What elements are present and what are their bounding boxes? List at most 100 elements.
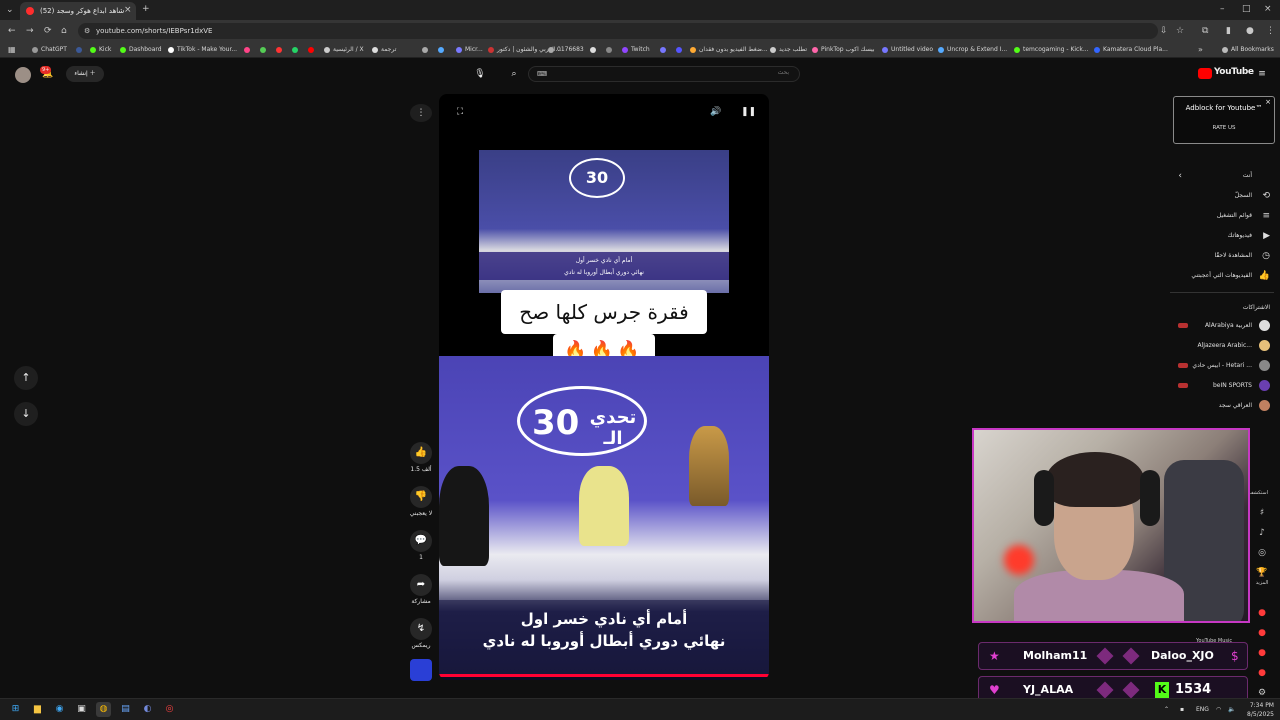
- tray-app-icon[interactable]: ▪: [1180, 705, 1184, 714]
- more-bookmarks-icon[interactable]: »: [1198, 44, 1203, 56]
- bookmark-item[interactable]: temcogaming - Kick...: [1014, 45, 1089, 55]
- bookmark-icon[interactable]: [260, 45, 269, 55]
- bookmark-item[interactable]: Untitled video: [882, 45, 933, 55]
- apps-grid-icon[interactable]: ▦: [8, 44, 16, 56]
- discord-icon[interactable]: ◐: [140, 702, 155, 717]
- comments-button[interactable]: 💬 1: [406, 530, 436, 561]
- home-icon[interactable]: ⌂: [61, 25, 67, 37]
- bookmark-icon[interactable]: [676, 45, 685, 55]
- dislike-button[interactable]: 👎 لا يعجبني: [406, 486, 436, 517]
- sidepanel-icon[interactable]: ▮: [1226, 25, 1231, 37]
- tab-search-icon[interactable]: ⌄: [6, 4, 14, 16]
- close-popup-icon[interactable]: ×: [1265, 98, 1271, 106]
- fullscreen-icon[interactable]: ⛶: [453, 106, 467, 118]
- extensions-icon[interactable]: ⧉: [1202, 25, 1208, 37]
- keyboard-icon[interactable]: ⌨: [537, 70, 547, 78]
- account-avatar[interactable]: [15, 67, 31, 83]
- previous-short-button[interactable]: ↑: [14, 366, 38, 390]
- nav-liked-videos[interactable]: الفيديوهات التي أعجبتني 👍: [1170, 270, 1274, 282]
- subscription-item[interactable]: AlArabiya العربية: [1170, 320, 1274, 332]
- bookmark-item[interactable]: ضغط الفيديو بدون فقدان...: [690, 45, 768, 55]
- bookmark-icon[interactable]: [590, 45, 599, 55]
- bookmark-item[interactable]: ترجمة: [372, 45, 396, 55]
- bookmark-item[interactable]: PinkTop بيسك اكوب: [812, 45, 875, 55]
- browser-menu-icon[interactable]: ⋮: [1266, 25, 1275, 37]
- maximize-window-icon[interactable]: □: [1242, 3, 1251, 15]
- profile-avatar-icon[interactable]: ●: [1246, 25, 1254, 37]
- forward-arrow-icon[interactable]: →: [26, 25, 34, 37]
- yt-studio-icon[interactable]: ●: [1254, 668, 1270, 678]
- yt-music-icon[interactable]: ●: [1254, 628, 1270, 638]
- browser-tab[interactable]: (52) شاهد ابداع هوكر وسجد: [20, 2, 136, 20]
- new-tab-button[interactable]: +: [142, 3, 150, 15]
- subscription-item[interactable]: العراقي سجد: [1170, 400, 1274, 412]
- subscription-item[interactable]: ابيس حادي - Hetari ...: [1170, 360, 1274, 372]
- facebook-bookmark-icon[interactable]: [76, 45, 85, 55]
- settings-gear-icon[interactable]: ⚙: [1254, 688, 1270, 698]
- youtube-logo-text[interactable]: YouTube: [1214, 67, 1254, 77]
- bookmark-item[interactable]: Uncrop & Extend I...: [938, 45, 1007, 55]
- instagram-bookmark-icon[interactable]: [244, 45, 253, 55]
- nav-watch-later[interactable]: المشاهدة لاحقًا ◷: [1170, 250, 1274, 262]
- minimize-window-icon[interactable]: –: [1220, 3, 1225, 15]
- address-field[interactable]: ⚙ youtube.com/shorts/IEBPsr1dxVE: [78, 23, 1158, 39]
- search-input[interactable]: ⌨ بحث: [528, 66, 800, 82]
- subscription-item[interactable]: AlJazeera Arabic...: [1170, 340, 1274, 352]
- back-arrow-icon[interactable]: ←: [8, 25, 16, 37]
- bookmark-item[interactable]: TikTok - Make Your...: [168, 45, 237, 55]
- create-button[interactable]: إنشاء ＋: [66, 66, 104, 82]
- site-info-icon[interactable]: ⚙: [84, 25, 90, 37]
- youtube-logo-icon[interactable]: [1198, 68, 1212, 79]
- music-icon[interactable]: ♪: [1254, 528, 1270, 538]
- bookmark-item[interactable]: تطلب جديد: [770, 45, 807, 55]
- more-label[interactable]: المزيد: [1254, 580, 1270, 586]
- playback-progress-bar[interactable]: [439, 674, 769, 677]
- obs-icon[interactable]: ◎: [162, 702, 177, 717]
- language-indicator[interactable]: ENG: [1196, 705, 1209, 714]
- youtube-bookmark-icon[interactable]: [308, 45, 317, 55]
- trending-icon[interactable]: ♯: [1254, 508, 1270, 518]
- more-options-icon[interactable]: ⋮: [410, 104, 432, 122]
- app-taskbar-icon[interactable]: ▤: [118, 702, 133, 717]
- clock[interactable]: 7:34 PM 8/5/2025: [1242, 701, 1274, 719]
- you-section-header[interactable]: أنت ‹: [1170, 170, 1274, 182]
- subscription-item[interactable]: beIN SPORTS: [1170, 380, 1274, 392]
- file-explorer-icon[interactable]: ▆: [30, 702, 45, 717]
- search-icon[interactable]: ⌕: [508, 68, 520, 80]
- bookmark-star-icon[interactable]: ☆: [1176, 25, 1184, 37]
- bookmark-item[interactable]: Dashboard: [120, 45, 162, 55]
- bookmark-icon[interactable]: [660, 45, 669, 55]
- bookmark-item[interactable]: 0176683: [548, 45, 584, 55]
- yt-kids-icon[interactable]: ●: [1254, 648, 1270, 658]
- pause-icon[interactable]: ❚❚: [741, 106, 756, 118]
- bookmark-item[interactable]: Twitch: [622, 45, 650, 55]
- bookmark-item[interactable]: Micr...: [456, 45, 483, 55]
- bookmark-item[interactable]: الرئيسية / X: [324, 45, 364, 55]
- whatsapp-bookmark-icon[interactable]: [292, 45, 301, 55]
- like-button[interactable]: 👍 1.5 ألف: [406, 442, 436, 473]
- pinterest-bookmark-icon[interactable]: [276, 45, 285, 55]
- close-tab-icon[interactable]: ×: [124, 4, 132, 16]
- gaming-icon[interactable]: ◎: [1254, 548, 1270, 558]
- bookmark-icon[interactable]: [422, 45, 431, 55]
- microphone-icon[interactable]: 🎙: [474, 68, 486, 80]
- chrome-taskbar-icon[interactable]: ◍: [96, 702, 111, 717]
- remix-button[interactable]: ↯ ريمكس: [406, 618, 436, 649]
- bookmark-item[interactable]: ChatGPT: [32, 45, 67, 55]
- all-bookmarks-folder[interactable]: All Bookmarks: [1222, 45, 1274, 55]
- windows-start-icon[interactable]: ⊞: [8, 702, 23, 717]
- close-window-icon[interactable]: ×: [1264, 3, 1272, 15]
- wifi-icon[interactable]: ◠: [1216, 705, 1221, 714]
- store-icon[interactable]: ▣: [74, 702, 89, 717]
- bookmark-icon[interactable]: [438, 45, 447, 55]
- bookmark-item[interactable]: Kamatera Cloud Pla...: [1094, 45, 1168, 55]
- next-short-button[interactable]: ↓: [14, 402, 38, 426]
- bookmark-item[interactable]: Kick: [90, 45, 111, 55]
- reload-icon[interactable]: ⟳: [44, 25, 52, 37]
- install-app-icon[interactable]: ⇩: [1160, 25, 1168, 37]
- edge-browser-icon[interactable]: ◉: [52, 702, 67, 717]
- nav-playlists[interactable]: قوائم التشغيل ≡: [1170, 210, 1274, 222]
- speaker-icon[interactable]: 🔈: [1228, 705, 1235, 714]
- nav-your-videos[interactable]: فيديوهاتك ▶: [1170, 230, 1274, 242]
- trophy-icon[interactable]: 🏆: [1254, 568, 1270, 578]
